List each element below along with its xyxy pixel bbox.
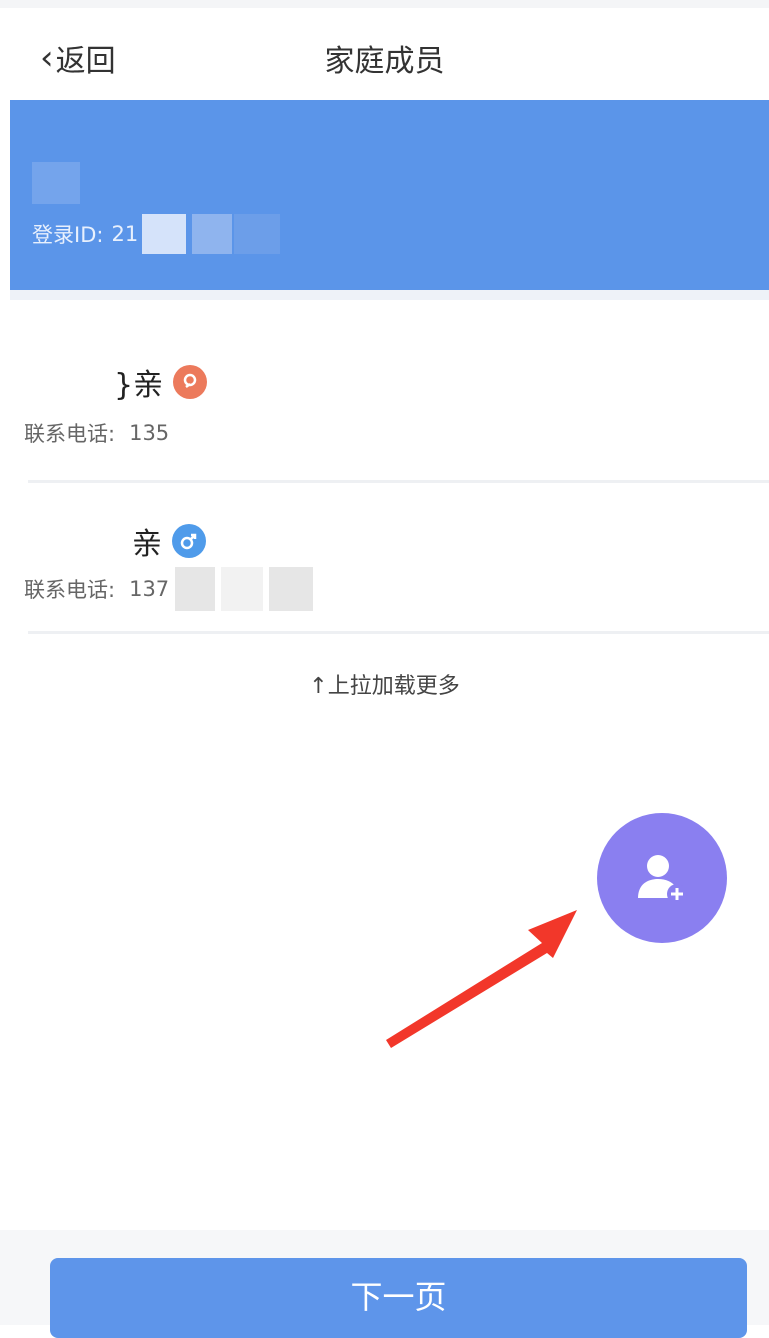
redaction-block (221, 567, 264, 611)
redaction-block (142, 214, 187, 254)
navigation-bar: ‹ 返回 家庭成员 (0, 8, 769, 100)
member-phone-row: 联系电话: 137 (24, 567, 314, 611)
phone-label: 联系电话: (24, 422, 116, 446)
divider (28, 631, 769, 634)
redaction-block (175, 567, 216, 611)
redaction-block (234, 214, 281, 254)
member-relation: 亲 (132, 527, 162, 562)
redacted-name (22, 523, 132, 559)
member-item[interactable]: 亲 联系电话: 137 (0, 483, 769, 634)
next-page-label: 下一页 (350, 1278, 447, 1316)
page-title: 家庭成员 (324, 44, 445, 79)
redacted-name (22, 364, 114, 400)
top-strip (0, 0, 769, 8)
add-user-icon (638, 855, 687, 904)
load-more-hint: ↑上拉加载更多 (309, 674, 460, 699)
header-shadow (10, 290, 769, 300)
login-id-label: 登录ID: (32, 223, 104, 247)
member-phone-row: 联系电话: 135 (24, 418, 169, 448)
member-name-row: 亲 (22, 519, 206, 563)
redacted-name (32, 162, 80, 204)
next-page-button[interactable]: 下一页 (50, 1258, 747, 1338)
phone-value: 137 (129, 577, 170, 601)
female-icon (173, 365, 208, 399)
login-id-value: 21 (111, 222, 139, 246)
login-id: 登录ID: 21 (32, 214, 281, 254)
member-relation: }亲 (114, 368, 164, 403)
phone-value: 135 (129, 421, 170, 445)
phone-label: 联系电话: (24, 578, 116, 602)
male-icon (172, 524, 206, 558)
profile-header: 登录ID: 21 (10, 100, 769, 290)
member-name-row: }亲 (22, 360, 208, 404)
member-item[interactable]: }亲 联系电话: 135 (0, 300, 769, 483)
redaction-block (192, 214, 233, 254)
add-member-button[interactable] (597, 813, 727, 943)
redaction-block (269, 567, 314, 611)
